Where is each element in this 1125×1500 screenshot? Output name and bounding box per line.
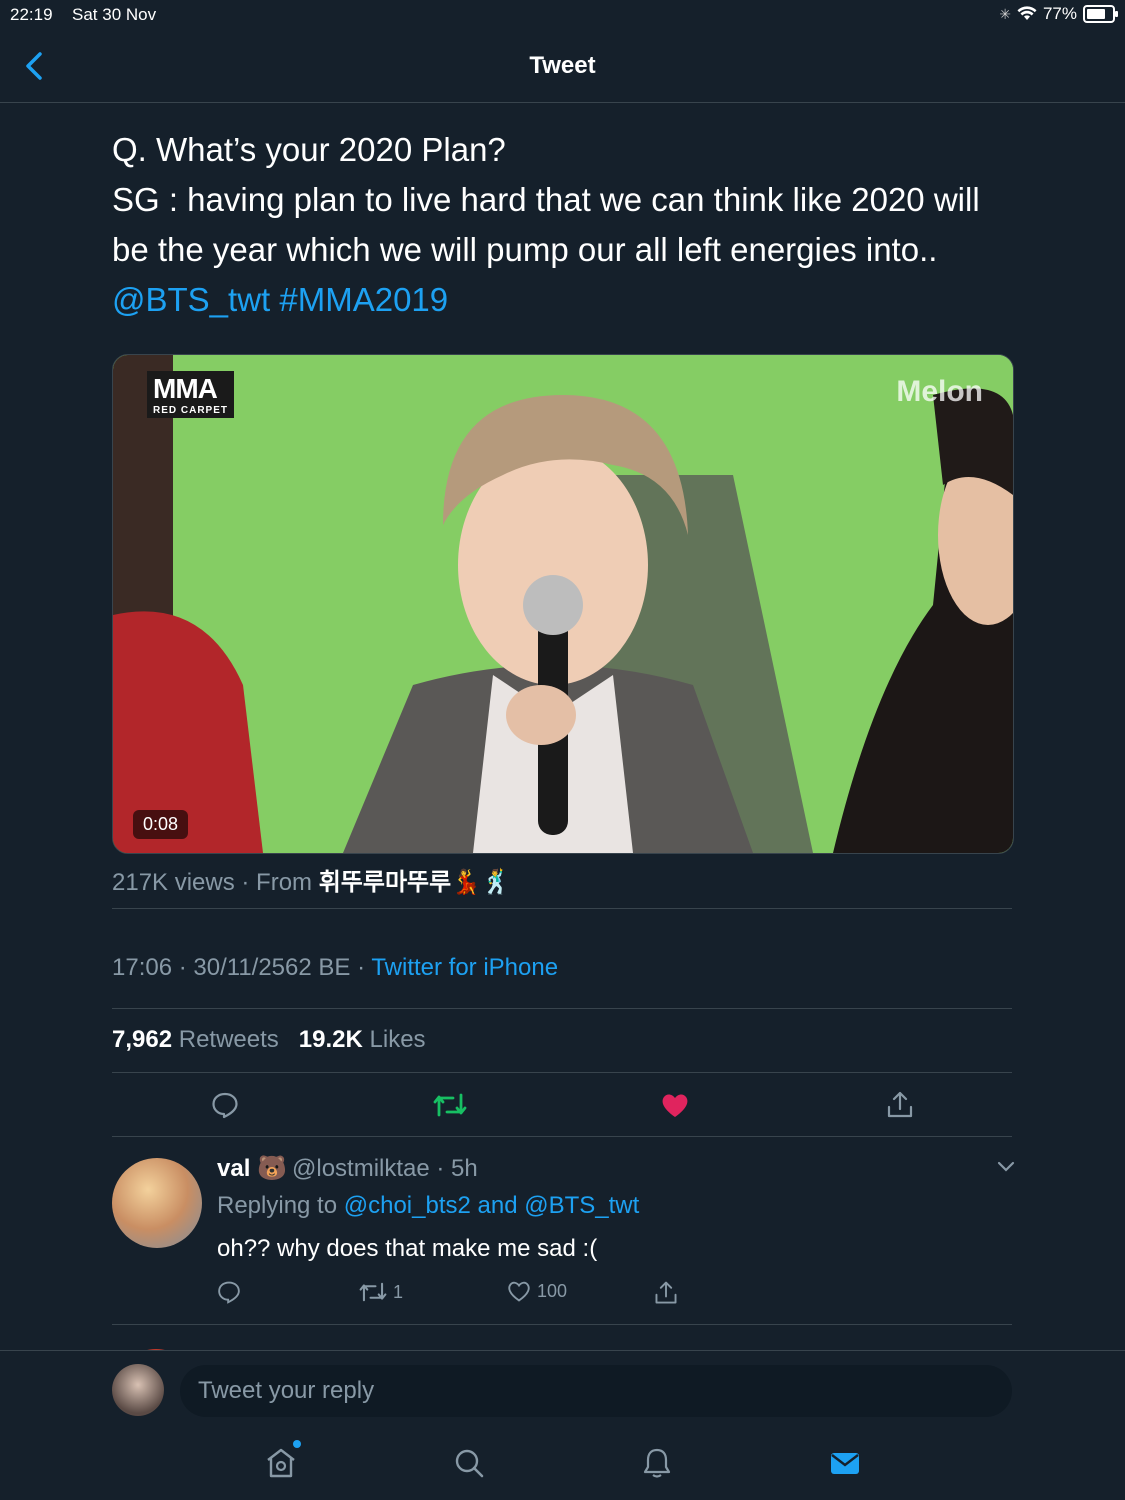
share-icon bbox=[887, 1091, 912, 1118]
tab-messages[interactable] bbox=[751, 1430, 939, 1496]
reply-input[interactable]: Tweet your reply bbox=[180, 1365, 1012, 1417]
retweets-stat[interactable]: 7,962 Retweets bbox=[112, 1026, 279, 1053]
retweet-icon bbox=[433, 1093, 466, 1117]
tab-home[interactable] bbox=[187, 1430, 375, 1496]
tweet-meta: 17:06 · 30/11/2562 BE · Twitter for iPho… bbox=[112, 954, 558, 982]
mma-logo: MMA RED CARPET bbox=[147, 371, 235, 418]
heart-outline-icon bbox=[508, 1281, 530, 1302]
tweet-text: Q. What’s your 2020 Plan? SG : having pl… bbox=[112, 125, 1012, 325]
video-duration: 0:08 bbox=[133, 810, 189, 839]
user-avatar[interactable] bbox=[112, 1364, 164, 1416]
share-icon bbox=[655, 1281, 677, 1304]
reply-like-button[interactable]: 100 bbox=[507, 1280, 567, 1302]
reply-like-count: 100 bbox=[537, 1280, 568, 1301]
source-account[interactable]: 휘뚜루마뚜루💃🕺 bbox=[319, 869, 511, 896]
retweet-icon bbox=[359, 1282, 387, 1302]
divider bbox=[112, 908, 1012, 909]
divider bbox=[112, 1136, 1012, 1137]
likes-count: 19.2K bbox=[298, 1026, 363, 1053]
tweet-actions bbox=[112, 1082, 1012, 1128]
wifi-icon bbox=[1017, 6, 1037, 20]
reply-more-button[interactable] bbox=[996, 1160, 1016, 1179]
media-watermark: Melon bbox=[896, 375, 983, 408]
status-date: Sat 30 Nov bbox=[72, 5, 157, 24]
tweet-stats: 7,962 Retweets 19.2K Likes bbox=[112, 1026, 426, 1054]
reply-icon bbox=[218, 1281, 240, 1304]
video-player[interactable]: MMA RED CARPET Melon 0:08 bbox=[112, 354, 1014, 854]
tab-notifications[interactable] bbox=[563, 1430, 751, 1496]
mma-logo-text: MMA bbox=[153, 373, 218, 404]
search-icon bbox=[455, 1449, 483, 1478]
tab-bar bbox=[0, 1430, 1125, 1500]
likes-label: Likes bbox=[362, 1026, 426, 1053]
nav-bar: Tweet bbox=[0, 30, 1125, 103]
divider bbox=[112, 1072, 1012, 1073]
replying-to-links[interactable]: @choi_bts2 and @BTS_twt bbox=[344, 1192, 640, 1219]
tweet-line: be the year which we will pump our all l… bbox=[112, 231, 938, 268]
status-bar: 22:19 Sat 30 Nov ✳ 77% bbox=[0, 0, 1125, 30]
chevron-down-icon bbox=[997, 1161, 1015, 1172]
like-button[interactable] bbox=[562, 1082, 787, 1128]
retweet-button[interactable] bbox=[337, 1082, 562, 1128]
reply-author-handle: @lostmilktae · 5h bbox=[292, 1155, 478, 1182]
activity-icon: ✳ bbox=[999, 5, 1011, 22]
video-thumbnail bbox=[113, 355, 1013, 853]
reply-reply-button[interactable] bbox=[217, 1280, 241, 1304]
reply-avatar[interactable] bbox=[112, 1158, 202, 1248]
divider bbox=[112, 1324, 1012, 1325]
battery-percent: 77% bbox=[1042, 4, 1077, 23]
retweets-count: 7,962 bbox=[112, 1026, 173, 1053]
status-time: 22:19 bbox=[10, 5, 53, 24]
bell-icon bbox=[643, 1448, 670, 1478]
view-count: 217K views · From 휘뚜루마뚜루💃🕺 bbox=[112, 862, 511, 897]
client-link[interactable]: Twitter for iPhone bbox=[371, 954, 558, 981]
hashtag-link[interactable]: #MMA2019 bbox=[279, 281, 448, 318]
reply-icon bbox=[211, 1092, 238, 1119]
status-right: ✳ 77% bbox=[999, 4, 1118, 24]
reply-retweet-button[interactable]: 1 bbox=[359, 1280, 403, 1304]
views-label: 217K views · From bbox=[112, 869, 319, 896]
divider bbox=[112, 1008, 1012, 1009]
notification-dot bbox=[292, 1440, 301, 1448]
replying-to: Replying to @choi_bts2 and @BTS_twt bbox=[217, 1192, 639, 1220]
reply-text: oh?? why does that make me sad :( bbox=[217, 1235, 598, 1262]
reply-button[interactable] bbox=[112, 1082, 337, 1128]
home-icon bbox=[266, 1448, 295, 1478]
page-title: Tweet bbox=[529, 52, 596, 79]
reply-composer: Tweet your reply bbox=[0, 1350, 1125, 1431]
mail-icon bbox=[830, 1453, 859, 1474]
retweets-label: Retweets bbox=[172, 1026, 279, 1053]
share-button[interactable] bbox=[787, 1082, 1012, 1128]
reply-share-button[interactable] bbox=[653, 1280, 679, 1306]
likes-stat[interactable]: 19.2K Likes bbox=[299, 1026, 426, 1053]
battery-icon bbox=[1083, 5, 1118, 23]
tweet-line: Q. What’s your 2020 Plan? bbox=[112, 131, 506, 168]
tab-search[interactable] bbox=[375, 1430, 563, 1496]
tweet-line: SG : having plan to live hard that we ca… bbox=[112, 181, 980, 218]
reply-actions: 1 100 bbox=[217, 1280, 687, 1310]
heart-icon bbox=[662, 1094, 687, 1117]
reply-author-name[interactable]: val 🐻 bbox=[217, 1154, 287, 1183]
replying-prefix: Replying to bbox=[217, 1192, 344, 1219]
reply-retweet-count: 1 bbox=[393, 1281, 404, 1302]
tweet-timestamp: 17:06 · 30/11/2562 BE · bbox=[112, 954, 372, 981]
mention-link[interactable]: @BTS_twt bbox=[112, 281, 270, 318]
mma-logo-subtitle: RED CARPET bbox=[153, 405, 229, 416]
